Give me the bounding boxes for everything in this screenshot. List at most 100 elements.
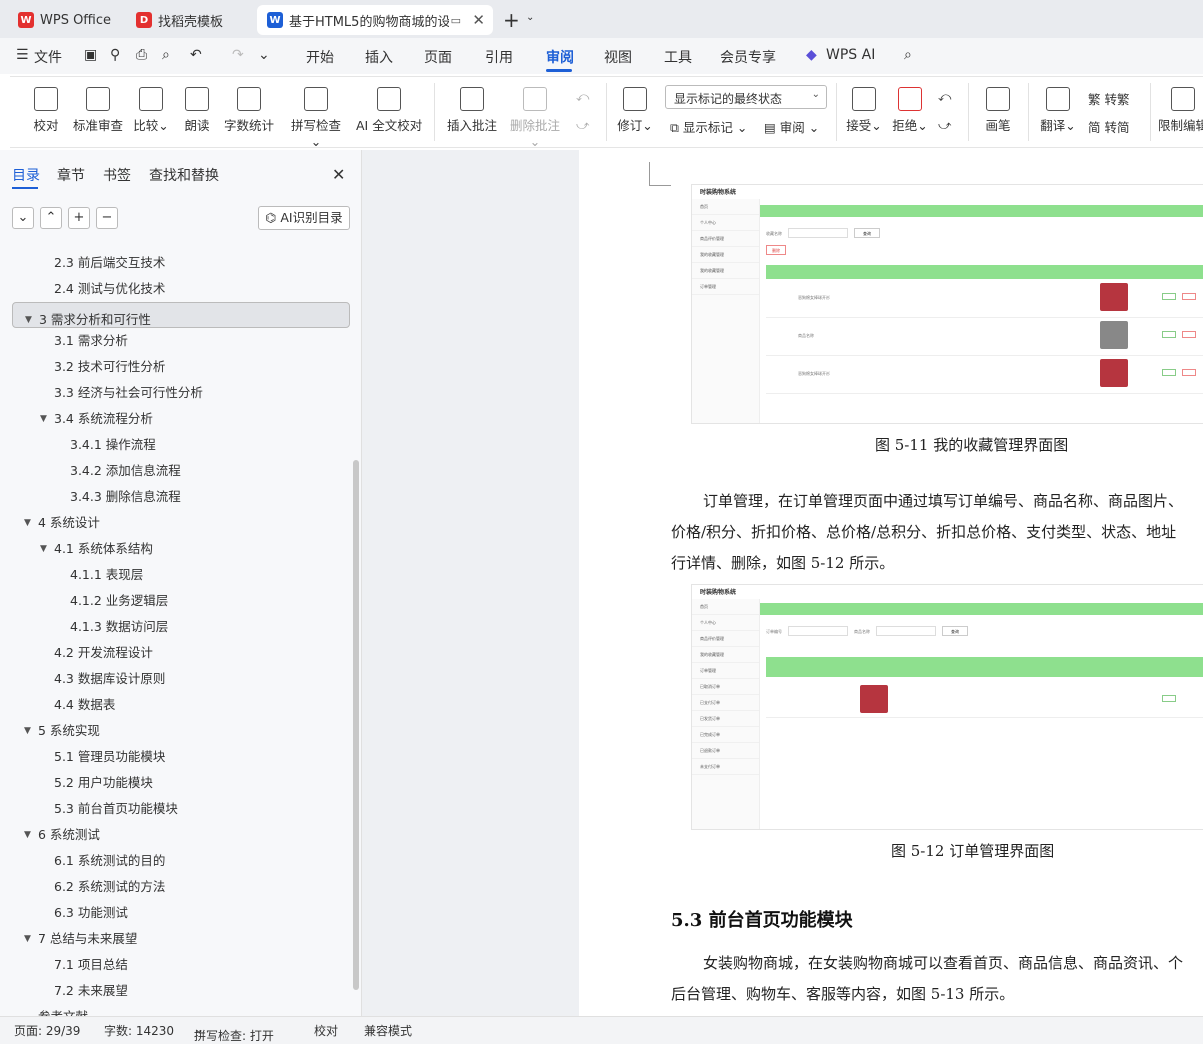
toc-item[interactable]: 3.4.3 删除信息流程: [0, 484, 352, 510]
next-comment-icon[interactable]: ⤻: [576, 117, 589, 133]
chevron-down-icon[interactable]: ⌄: [526, 12, 534, 23]
menu-insert[interactable]: 插入: [365, 47, 393, 67]
sidebar-scrollbar[interactable]: [353, 460, 359, 990]
tab-bookmarks[interactable]: 书签: [103, 165, 131, 185]
toc-item[interactable]: 2.3 前后端交互技术: [0, 250, 352, 276]
toc-item[interactable]: 4.4 数据表: [0, 692, 352, 718]
toc-item[interactable]: 3.3 经济与社会可行性分析: [0, 380, 352, 406]
proofread-status[interactable]: 校对: [314, 1022, 338, 1039]
menu-page[interactable]: 页面: [424, 47, 452, 67]
print-icon[interactable]: ⎙: [136, 47, 147, 63]
delete-comment-button[interactable]: 删除批注⌄: [506, 77, 564, 149]
menu-tools[interactable]: 工具: [664, 47, 692, 67]
toc-item[interactable]: 6.2 系统测试的方法: [0, 874, 352, 900]
toc-item[interactable]: ▼ 7 总结与未来展望: [0, 926, 352, 952]
to-simplified-button[interactable]: 简 转简: [1088, 117, 1130, 136]
undo-icon[interactable]: ↶: [190, 47, 202, 63]
toc-item[interactable]: 3.2 技术可行性分析: [0, 354, 352, 380]
tab-sections[interactable]: 章节: [57, 165, 85, 185]
expand-triangle-icon[interactable]: ▼: [24, 926, 31, 952]
ai-toc-button[interactable]: ⌬ AI识别目录: [258, 206, 350, 230]
next-change-icon[interactable]: ⤻: [938, 117, 951, 133]
print-preview-icon[interactable]: ⌕: [162, 47, 170, 63]
toc-item[interactable]: ▼ 5 系统实现: [0, 718, 352, 744]
expand-triangle-icon[interactable]: ▼: [24, 510, 31, 536]
review-pane-button[interactable]: ▤ 审阅 ⌄: [764, 117, 819, 136]
menu-wps-ai[interactable]: WPS AI: [826, 47, 875, 63]
prev-change-icon[interactable]: ⤺: [938, 89, 951, 105]
revise-button[interactable]: 修订⌄: [616, 77, 654, 147]
to-traditional-button[interactable]: 繁 转繁: [1088, 89, 1130, 108]
restrict-edit-button[interactable]: 限制编辑: [1158, 77, 1203, 147]
standard-review-button[interactable]: 标准审查: [72, 77, 124, 147]
compare-button[interactable]: 比较⌄: [132, 77, 170, 147]
toc-item[interactable]: 6.3 功能测试: [0, 900, 352, 926]
share-icon[interactable]: ⚲: [110, 47, 120, 63]
hamburger-icon[interactable]: ☰: [16, 47, 29, 63]
toc-item[interactable]: ▼ 6 系统测试: [0, 822, 352, 848]
tab-find-replace[interactable]: 查找和替换: [149, 165, 219, 185]
prev-comment-icon[interactable]: ⤺: [576, 89, 589, 105]
tab-document[interactable]: W 基于HTML5的购物商城的设计 ▭ ✕: [257, 5, 493, 35]
word-count-indicator[interactable]: 字数: 14230: [104, 1022, 174, 1039]
tab-wps-office[interactable]: W WPS Office: [8, 5, 118, 35]
insert-comment-button[interactable]: 插入批注: [446, 77, 498, 147]
spell-check-toggle[interactable]: 拼写检查: 打开 ⌄: [194, 1022, 274, 1043]
menu-file[interactable]: 文件: [34, 47, 62, 67]
toc-item[interactable]: 5.1 管理员功能模块: [0, 744, 352, 770]
markup-state-select[interactable]: 显示标记的最终状态 ⌄: [665, 85, 827, 109]
toc-item[interactable]: 7.1 项目总结: [0, 952, 352, 978]
toc-item[interactable]: ▼ 4.1 系统体系结构: [0, 536, 352, 562]
toc-item[interactable]: 5.3 前台首页功能模块: [0, 796, 352, 822]
toc-item[interactable]: 4.1.2 业务逻辑层: [0, 588, 352, 614]
toc-item[interactable]: 3.4.2 添加信息流程: [0, 458, 352, 484]
pen-button[interactable]: 画笔: [982, 77, 1014, 147]
redo-icon[interactable]: ↷: [232, 47, 244, 63]
toc-item[interactable]: 4.3 数据库设计原则: [0, 666, 352, 692]
ai-proofread-button[interactable]: AI 全文校对: [356, 77, 422, 147]
toc-item[interactable]: 2.4 测试与优化技术: [0, 276, 352, 302]
toc-item[interactable]: 3.4.1 操作流程: [0, 432, 352, 458]
close-icon[interactable]: ✕: [332, 165, 345, 184]
more-icon[interactable]: ⌄: [258, 47, 270, 63]
remove-heading-button[interactable]: −: [96, 207, 118, 229]
expand-up-button[interactable]: ⌃: [40, 207, 62, 229]
toc-item[interactable]: ▼ 4 系统设计: [0, 510, 352, 536]
expand-triangle-icon[interactable]: ▼: [40, 536, 47, 562]
menu-view[interactable]: 视图: [604, 47, 632, 67]
toc-item[interactable]: 4.1.1 表现层: [0, 562, 352, 588]
tab-toc[interactable]: 目录: [12, 165, 40, 185]
toc-item[interactable]: 3.1 需求分析: [0, 328, 352, 354]
toc-item[interactable]: 5.2 用户功能模块: [0, 770, 352, 796]
menu-reference[interactable]: 引用: [485, 47, 513, 67]
translate-button[interactable]: 翻译⌄: [1038, 77, 1078, 147]
toc-item[interactable]: ▼ 3.4 系统流程分析: [0, 406, 352, 432]
toc-item[interactable]: 4.2 开发流程设计: [0, 640, 352, 666]
read-aloud-button[interactable]: 朗读: [182, 77, 212, 147]
spell-check-button[interactable]: 拼写检查⌄: [286, 77, 346, 149]
close-tab-icon[interactable]: ✕: [472, 11, 485, 29]
reject-button[interactable]: 拒绝⌄: [892, 77, 928, 147]
new-tab-icon[interactable]: +: [503, 8, 520, 32]
accept-button[interactable]: 接受⌄: [846, 77, 882, 147]
proofread-button[interactable]: 校对: [24, 77, 68, 147]
expand-triangle-icon[interactable]: ▼: [24, 718, 31, 744]
search-icon[interactable]: ⌕: [904, 47, 912, 63]
toc-item[interactable]: 6.1 系统测试的目的: [0, 848, 352, 874]
tab-docer[interactable]: D 找稻壳模板: [126, 5, 250, 35]
expand-triangle-icon[interactable]: ▼: [24, 822, 31, 848]
expand-triangle-icon[interactable]: ▼: [40, 406, 47, 432]
menu-start[interactable]: 开始: [306, 47, 334, 67]
toc-item[interactable]: ▼ 3 需求分析和可行性: [12, 302, 350, 328]
menu-member[interactable]: 会员专享: [720, 47, 776, 67]
add-heading-button[interactable]: +: [68, 207, 90, 229]
save-icon[interactable]: ▣: [84, 47, 97, 63]
page-indicator[interactable]: 页面: 29/39: [14, 1022, 80, 1039]
toc-item[interactable]: 参考文献: [0, 1004, 352, 1016]
collapse-all-button[interactable]: ⌄: [12, 207, 34, 229]
toc-item[interactable]: 4.1.3 数据访问层: [0, 614, 352, 640]
show-markup-button[interactable]: ⧉ 显示标记 ⌄: [670, 117, 747, 136]
toc-item[interactable]: 7.2 未来展望: [0, 978, 352, 1004]
menu-review[interactable]: 审阅: [546, 47, 574, 67]
monitor-icon[interactable]: ▭: [451, 14, 461, 27]
